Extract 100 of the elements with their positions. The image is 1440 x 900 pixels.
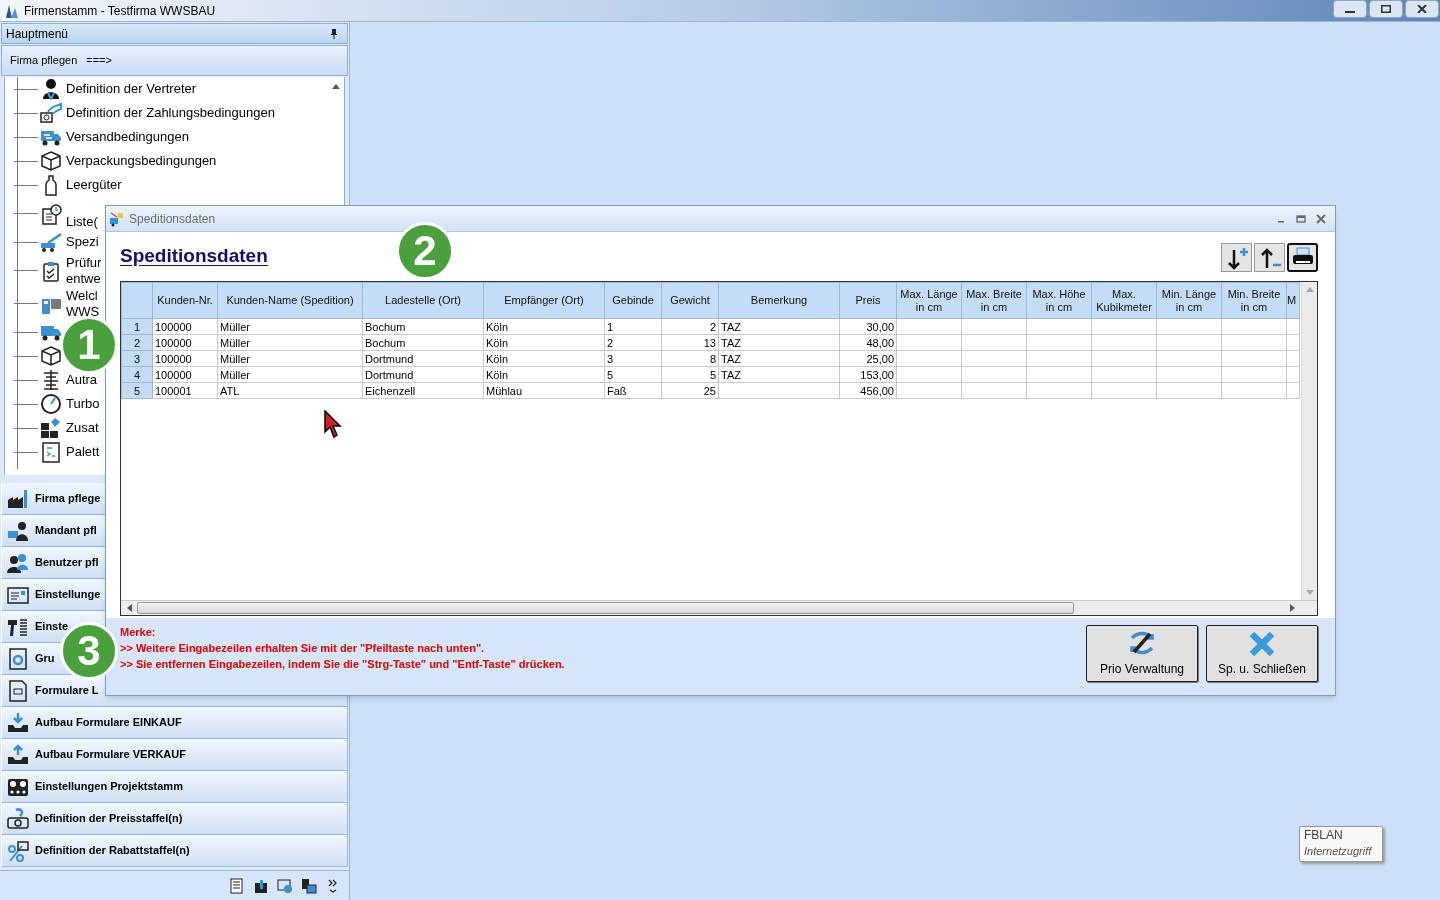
close-button[interactable] bbox=[1405, 0, 1439, 18]
dialog-heading: Speditionsdaten bbox=[120, 244, 268, 269]
table-cell: 30,00 bbox=[839, 318, 897, 335]
tree-item-label[interactable]: Zusat bbox=[66, 420, 99, 436]
column-header[interactable]: Ladestelle (Ort) bbox=[362, 282, 484, 319]
nav-button[interactable]: Aufbau Formulare VERKAUF bbox=[1, 739, 348, 771]
column-header[interactable]: Max. Länge in cm bbox=[896, 282, 962, 319]
table-cell: Eichenzell bbox=[362, 382, 484, 399]
book-icon[interactable] bbox=[253, 877, 269, 894]
table-cell: 100000 bbox=[152, 350, 218, 367]
scroll-thumb[interactable] bbox=[137, 602, 1074, 614]
gear-document-icon bbox=[7, 647, 29, 670]
table-cell: Bochum bbox=[362, 318, 484, 335]
tree-item-label[interactable]: Definition der Vertreter bbox=[66, 81, 197, 97]
tooltip-subtitle: Internetzugriff bbox=[1304, 844, 1373, 859]
maximize-button[interactable] bbox=[1369, 0, 1403, 18]
tray-download-icon bbox=[7, 711, 29, 734]
note-title: Merke: bbox=[120, 625, 157, 640]
table-cell: 100001 bbox=[152, 382, 218, 399]
minimize-button[interactable] bbox=[1333, 0, 1367, 18]
nav-button[interactable]: Definition der Rabattstaffel(n) bbox=[1, 835, 348, 867]
table-cell: 1 bbox=[604, 318, 662, 335]
tooltip-title: FBLAN bbox=[1304, 827, 1344, 843]
nav-button[interactable]: Einstellungen Projektstamm bbox=[1, 771, 348, 803]
table-cell: Köln bbox=[483, 350, 605, 367]
windows-icon[interactable] bbox=[301, 877, 317, 894]
window-title: Firmenstamm - Testfirma WWSBAU bbox=[24, 2, 216, 20]
note-text: >> Sie entfernen Eingabezeilen, indem Sie die "Strg-Taste" und "Entf-Taste" drücken. bbox=[120, 657, 565, 672]
column-header[interactable]: Max. Kubikmeter bbox=[1091, 282, 1157, 319]
maximize-icon bbox=[1381, 5, 1391, 13]
column-header[interactable]: Gewicht bbox=[661, 282, 719, 319]
tree-item-label[interactable]: Prüfur bbox=[66, 254, 102, 271]
scroll-up-icon bbox=[1305, 286, 1314, 292]
table-cell: Dortmund bbox=[362, 366, 484, 383]
nav-button[interactable]: Definition der Preisstaffel(n) bbox=[1, 803, 348, 835]
column-header[interactable]: Min. Länge in cm bbox=[1156, 282, 1222, 319]
tree-item-label[interactable]: entwe bbox=[66, 270, 101, 287]
tree-item-label[interactable]: Liste( bbox=[66, 213, 98, 230]
column-header[interactable]: Kunden-Name (Spedition) bbox=[217, 282, 363, 319]
document-icon[interactable] bbox=[229, 877, 245, 894]
table-cell: TAZ bbox=[718, 318, 840, 335]
table-cell: TAZ bbox=[718, 334, 840, 351]
close-icon bbox=[1417, 5, 1427, 13]
column-header[interactable]: Kunden-Nr. bbox=[152, 282, 218, 319]
coin-hand-icon bbox=[7, 807, 29, 830]
tree-item-label[interactable]: Versandbedingungen bbox=[66, 129, 189, 145]
tree-item-label[interactable]: Definition der Zahlungsbedingungen bbox=[66, 105, 275, 121]
tree-item-label[interactable]: Turbo bbox=[66, 396, 100, 412]
arrow-up-minus-button[interactable] bbox=[1254, 243, 1285, 272]
arrow-down-plus-button[interactable] bbox=[1221, 243, 1252, 272]
close-icon[interactable] bbox=[1316, 213, 1326, 224]
print-button[interactable] bbox=[1287, 243, 1318, 272]
tree-item-label[interactable]: Palett bbox=[66, 444, 100, 460]
horizontal-scrollbar[interactable] bbox=[121, 600, 1317, 615]
menu-title: Hauptmenü bbox=[6, 25, 69, 43]
dialog-button[interactable]: Sp. u. Schließen bbox=[1206, 625, 1318, 682]
vertical-scrollbar[interactable] bbox=[1301, 282, 1317, 600]
clipboard-check-icon bbox=[40, 259, 62, 282]
table-cell: 25 bbox=[661, 382, 719, 399]
table-cell: Köln bbox=[483, 366, 605, 383]
corner-cell bbox=[121, 282, 153, 319]
column-header[interactable]: Empfänger (Ort) bbox=[483, 282, 605, 319]
scroll-arrow-icon bbox=[332, 83, 340, 89]
document-clock-icon bbox=[40, 202, 62, 225]
column-header[interactable]: Gebinde bbox=[604, 282, 662, 319]
tree-item-label[interactable]: Autra bbox=[66, 372, 98, 388]
scroll-right-icon bbox=[1290, 604, 1296, 612]
tree-item-label[interactable]: Spezi bbox=[66, 234, 99, 250]
table-cell: Köln bbox=[483, 334, 605, 351]
blocks-icon bbox=[40, 417, 62, 439]
table-cell: 153,00 bbox=[839, 366, 897, 383]
column-header[interactable]: Min. Breite in cm bbox=[1221, 282, 1287, 319]
table-cell: Bochum bbox=[362, 334, 484, 351]
users-icon bbox=[7, 551, 29, 574]
tree-item-label[interactable]: Welcl bbox=[66, 287, 98, 304]
tray-upload-icon bbox=[7, 743, 29, 766]
crane-truck-icon bbox=[40, 231, 62, 253]
window-globe-icon[interactable] bbox=[277, 877, 293, 894]
table-cell: 3 bbox=[604, 350, 662, 367]
table-cell: Müller bbox=[217, 334, 363, 351]
column-header[interactable]: Preis bbox=[839, 282, 897, 319]
table-cell: 100000 bbox=[152, 334, 218, 351]
close-icon bbox=[1248, 629, 1276, 658]
tree-item-label[interactable]: Leergüter bbox=[66, 177, 122, 193]
tree-item-label[interactable]: Verpackungsbedingungen bbox=[66, 153, 217, 169]
section-arrow: ===> bbox=[86, 53, 112, 69]
table-cell: Mühlau bbox=[483, 382, 605, 399]
maximize-icon[interactable] bbox=[1296, 213, 1306, 224]
table-cell: Faß bbox=[604, 382, 662, 399]
column-header[interactable]: Max. Höhe in cm bbox=[1026, 282, 1092, 319]
person-icon bbox=[40, 78, 62, 100]
column-header[interactable]: Bemerkung bbox=[718, 282, 840, 319]
table-cell: Dortmund bbox=[362, 350, 484, 367]
column-header[interactable]: Max. Breite in cm bbox=[961, 282, 1027, 319]
table-cell: Köln bbox=[483, 318, 605, 335]
percent-icon bbox=[7, 839, 29, 862]
pin-icon[interactable] bbox=[329, 27, 339, 40]
gauge-icon bbox=[40, 393, 62, 415]
nav-button[interactable]: Aufbau Formulare EINKAUF bbox=[1, 707, 348, 739]
dialog-button[interactable]: Prio Verwaltung bbox=[1086, 625, 1198, 682]
